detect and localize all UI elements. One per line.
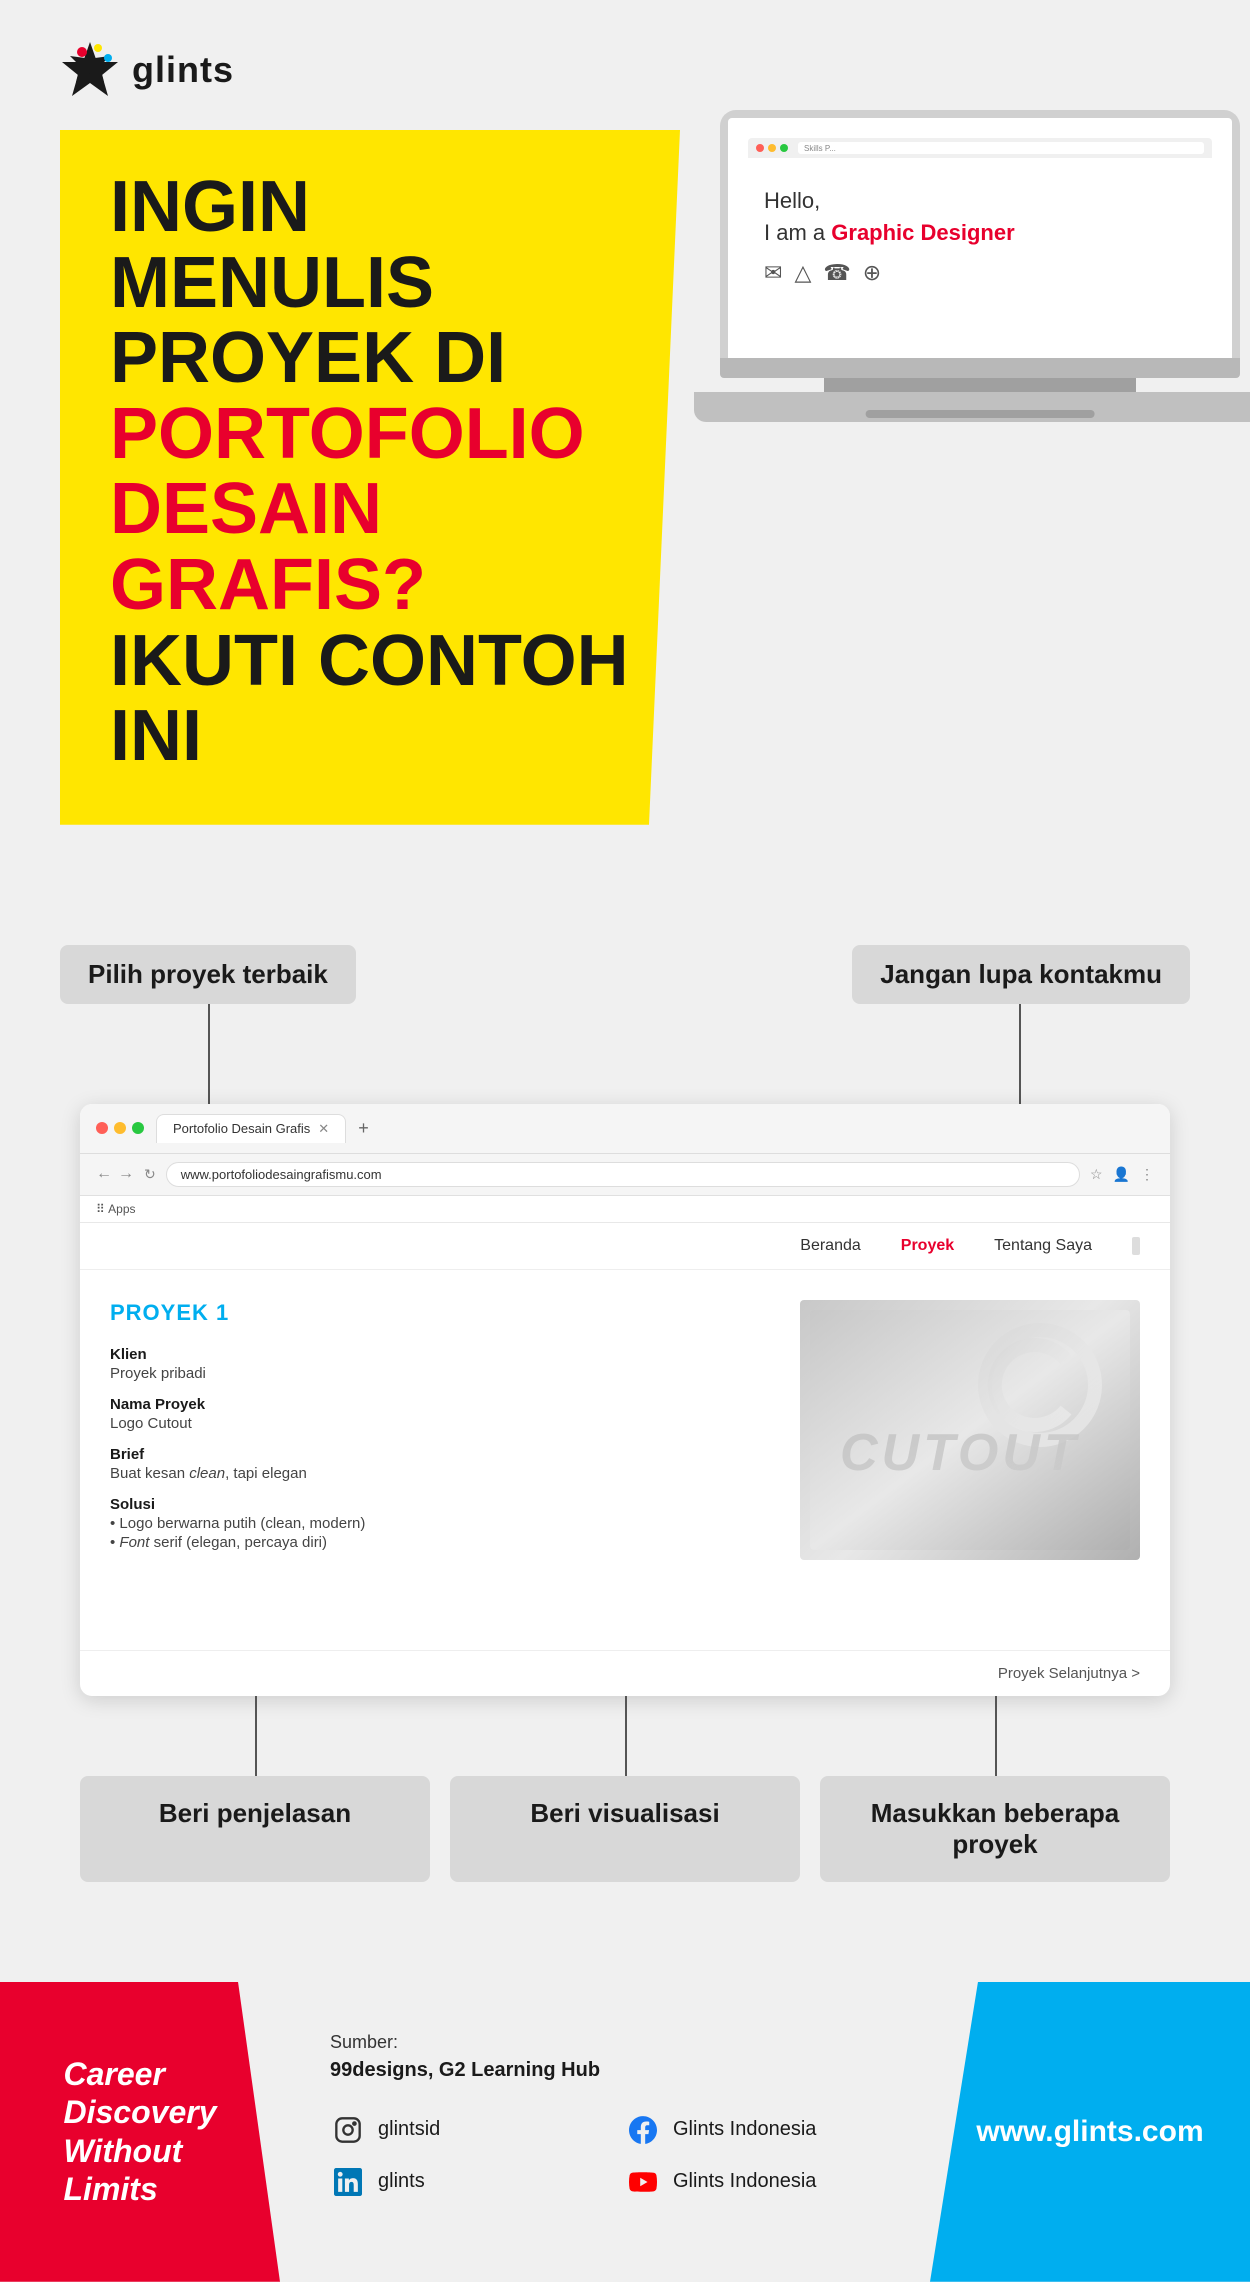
browser-tab[interactable]: Portofolio Desain Grafis ✕ [156, 1114, 346, 1143]
laptop-stand [824, 378, 1136, 392]
footer-section: CareerDiscoveryWithoutLimits Sumber: 99d… [0, 1982, 1250, 2282]
social-youtube[interactable]: Glints Indonesia [625, 2164, 880, 2200]
bookmark-icon[interactable]: ☆ [1090, 1166, 1103, 1183]
project-info: PROYEK 1 Klien Proyek pribadi Nama Proye… [110, 1300, 770, 1620]
annotation-bottom-right: Masukkan beberapaproyek [820, 1776, 1170, 1882]
refresh-button[interactable]: ↻ [144, 1166, 156, 1183]
project-field-brief: Brief Buat kesan clean, tapi elegan [110, 1446, 770, 1482]
project-image: CUTOUT CUTOUT [800, 1300, 1140, 1560]
laptop-greeting: Hello, [764, 188, 1196, 214]
envelope-icon: ✉ [764, 260, 782, 286]
nav-tentang[interactable]: Tentang Saya [994, 1237, 1092, 1255]
hero-section: glints INGIN MENULIS PROYEK DI PORTOFOLI… [0, 0, 1250, 885]
hero-headline: INGIN MENULIS PROYEK DI PORTOFOLIO DESAI… [110, 170, 630, 775]
browser-nav: ← → ↻ www.portofoliodesaingrafismu.com ☆… [80, 1154, 1170, 1196]
new-tab-button[interactable]: + [358, 1118, 369, 1139]
nav-proyek[interactable]: Proyek [901, 1237, 954, 1255]
url-bar[interactable]: www.portofoliodesaingrafismu.com [166, 1162, 1080, 1187]
tab-close-icon[interactable]: ✕ [318, 1121, 329, 1137]
social-instagram[interactable]: glintsid [330, 2112, 585, 2148]
project-image-area: CUTOUT CUTOUT [800, 1300, 1140, 1620]
browser-window: Portofolio Desain Grafis ✕ + ← → ↻ www.p… [80, 1104, 1170, 1696]
site-navigation: Beranda Proyek Tentang Saya [80, 1223, 1170, 1270]
nav-beranda[interactable]: Beranda [800, 1237, 861, 1255]
laptop-role: I am a Graphic Designer [764, 220, 1196, 246]
svg-text:CUTOUT: CUTOUT [840, 1424, 1080, 1482]
footer-source-names: 99designs, G2 Learning Hub [330, 2059, 880, 2082]
footer-middle: Sumber: 99designs, G2 Learning Hub glint… [280, 1982, 930, 2282]
annotation-top-right: Jangan lupa kontakmu [852, 945, 1190, 1004]
laptop-mockup: Skills P... Hello, I am a Graphic Design… [720, 110, 1240, 422]
nav-action-icons: ☆ 👤 ⋮ [1090, 1166, 1154, 1183]
project-title: PROYEK 1 [110, 1300, 770, 1326]
browser-traffic-lights [96, 1122, 144, 1134]
top-annotations: Pilih proyek terbaik Jangan lupa kontakm… [60, 945, 1190, 1004]
bookmarks-bar: ⠿ Apps [80, 1196, 1170, 1223]
annotation-top-left: Pilih proyek terbaik [60, 945, 356, 1004]
headline-line4: IKUTI CONTOH INI [110, 624, 630, 775]
location-icon: △ [794, 260, 811, 286]
footer-tagline: CareerDiscoveryWithoutLimits [64, 2055, 217, 2209]
facebook-icon [625, 2112, 661, 2148]
project-field-klien: Klien Proyek pribadi [110, 1346, 770, 1382]
footer-tagline-area: CareerDiscoveryWithoutLimits [0, 1982, 280, 2282]
menu-icon[interactable]: ⋮ [1140, 1166, 1154, 1183]
social-links: glintsid Glints Indonesia glints [330, 2112, 880, 2200]
linkedin-icon [330, 2164, 366, 2200]
close-button[interactable] [96, 1122, 108, 1134]
back-button[interactable]: ← [96, 1165, 112, 1183]
forward-button[interactable]: → [118, 1165, 134, 1183]
project-field-solusi: Solusi • Logo berwarna putih (clean, mod… [110, 1496, 770, 1551]
brand-name: glints [132, 49, 234, 91]
connector-line-bottom-left [255, 1696, 257, 1776]
laptop-base [720, 358, 1240, 378]
instagram-icon [330, 2112, 366, 2148]
laptop-contact-icons: ✉ △ ☎ ⊕ [764, 260, 1196, 286]
social-linkedin[interactable]: glints [330, 2164, 585, 2200]
logo-area: glints [60, 40, 1190, 100]
laptop-area: Skills P... Hello, I am a Graphic Design… [720, 110, 1240, 422]
annotation-bottom-left: Beri penjelasan [80, 1776, 430, 1882]
connector-line-top-left [208, 1004, 210, 1104]
laptop-browser-content: Skills P... Hello, I am a Graphic Design… [728, 118, 1232, 358]
browser-body: PROYEK 1 Klien Proyek pribadi Nama Proye… [80, 1270, 1170, 1650]
project-field-nama: Nama Proyek Logo Cutout [110, 1396, 770, 1432]
middle-section: Pilih proyek terbaik Jangan lupa kontakm… [0, 885, 1250, 1922]
account-icon[interactable]: 👤 [1113, 1166, 1130, 1183]
footer-website-area: www.glints.com [930, 1982, 1250, 2282]
nav-arrows: ← → [96, 1165, 134, 1183]
laptop-screen: Skills P... Hello, I am a Graphic Design… [720, 110, 1240, 358]
browser-toolbar: Portofolio Desain Grafis ✕ + [80, 1104, 1170, 1154]
youtube-icon [625, 2164, 661, 2200]
social-facebook[interactable]: Glints Indonesia [625, 2112, 880, 2148]
footer-website-url[interactable]: www.glints.com [976, 2115, 1203, 2149]
cutout-logo-svg: CUTOUT CUTOUT [810, 1310, 1130, 1550]
headline-line2: PROYEK DI PORTOFOLIO [110, 321, 630, 472]
project-next-link[interactable]: Proyek Selanjutnya > [80, 1650, 1170, 1696]
web-icon: ⊕ [863, 260, 881, 286]
linkedin-handle: glints [378, 2170, 425, 2193]
phone-icon: ☎ [823, 260, 850, 286]
bottom-annotations: Beri penjelasan Beri visualisasi Masukka… [60, 1776, 1190, 1882]
apps-grid-icon: ⠿ [96, 1202, 105, 1216]
hero-banner: INGIN MENULIS PROYEK DI PORTOFOLIO DESAI… [60, 130, 680, 825]
annotation-bottom-middle: Beri visualisasi [450, 1776, 800, 1882]
maximize-button[interactable] [132, 1122, 144, 1134]
minimize-button[interactable] [114, 1122, 126, 1134]
connector-line-bottom-right [995, 1696, 997, 1776]
youtube-name: Glints Indonesia [673, 2170, 816, 2193]
hero-content: INGIN MENULIS PROYEK DI PORTOFOLIO DESAI… [60, 130, 1190, 825]
connector-line-bottom-middle [625, 1696, 627, 1776]
footer-source-label: Sumber: [330, 2032, 880, 2053]
headline-line3: DESAIN GRAFIS? [110, 472, 630, 623]
glints-logo-icon [60, 40, 120, 100]
headline-line1: INGIN MENULIS [110, 170, 630, 321]
